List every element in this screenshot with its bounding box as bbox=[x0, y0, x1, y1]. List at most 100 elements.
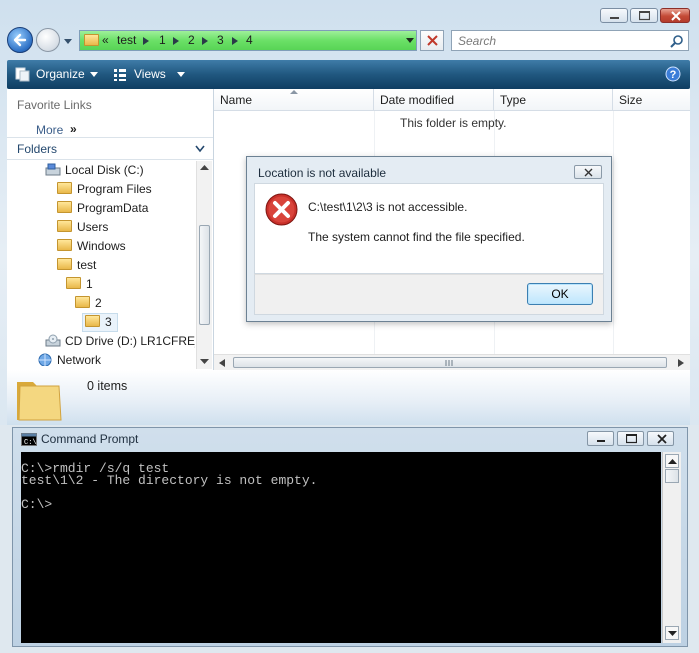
back-arrow-icon bbox=[13, 33, 27, 47]
close-icon bbox=[657, 434, 667, 444]
breadcrumb-arrow-icon[interactable] bbox=[173, 37, 179, 45]
error-message-primary: C:\test\1\2\3 is not accessible. bbox=[308, 200, 468, 214]
column-header-label: Type bbox=[500, 93, 527, 107]
stop-icon bbox=[427, 35, 438, 46]
scroll-up-button[interactable] bbox=[665, 454, 679, 468]
organize-icon bbox=[15, 67, 30, 82]
folder-icon bbox=[57, 220, 72, 232]
tree-item-network[interactable]: Network bbox=[37, 351, 101, 370]
horizontal-scrollbar[interactable] bbox=[214, 354, 690, 370]
views-dropdown-icon[interactable] bbox=[177, 72, 185, 78]
more-link[interactable]: More bbox=[36, 123, 63, 137]
tree-item-local-disk-c[interactable]: Local Disk (C:) bbox=[45, 161, 144, 180]
search-icon[interactable] bbox=[670, 34, 684, 48]
network-icon bbox=[38, 353, 52, 367]
breadcrumb-2[interactable]: 2 bbox=[188, 33, 195, 47]
tree-item-1[interactable]: 1 bbox=[66, 275, 93, 294]
tree-item-cd-drive[interactable]: CD Drive (D:) LR1CFRE_E bbox=[45, 332, 195, 351]
tree-item-label: CD Drive (D:) LR1CFRE_E bbox=[65, 334, 195, 348]
scroll-right-icon[interactable] bbox=[678, 359, 684, 367]
maximize-icon bbox=[626, 434, 637, 444]
tree-item-users[interactable]: Users bbox=[57, 218, 108, 237]
cmd-scrollbar[interactable] bbox=[662, 452, 681, 643]
column-header-label: Date modified bbox=[380, 93, 455, 107]
grip-icon bbox=[445, 360, 453, 366]
scroll-left-icon[interactable] bbox=[219, 359, 225, 367]
breadcrumb-arrow-icon[interactable] bbox=[202, 37, 208, 45]
recent-pages-dropdown-icon[interactable] bbox=[63, 36, 73, 46]
tree-scrollbar[interactable] bbox=[196, 161, 212, 369]
console-line: test\1\2 - The directory is not empty. bbox=[21, 473, 318, 488]
tree-item-program-files[interactable]: Program Files bbox=[57, 180, 152, 199]
folder-icon bbox=[57, 258, 72, 270]
organize-dropdown-icon[interactable] bbox=[90, 72, 98, 78]
maximize-icon bbox=[639, 11, 650, 21]
minimize-icon bbox=[597, 440, 605, 442]
command-bar: Organize Views ? bbox=[7, 60, 690, 89]
cmd-scroll-thumb[interactable] bbox=[665, 469, 679, 483]
breadcrumb-1[interactable]: 1 bbox=[159, 33, 166, 47]
cmd-console[interactable]: C:\>rmdir /s/q test test\1\2 - The direc… bbox=[21, 452, 661, 643]
folder-icon bbox=[57, 182, 72, 194]
breadcrumb-3[interactable]: 3 bbox=[217, 33, 224, 47]
column-header-name[interactable]: Name bbox=[214, 89, 374, 111]
cmd-maximize-button[interactable] bbox=[617, 431, 644, 446]
search-box[interactable]: Search bbox=[451, 30, 689, 51]
tree-item-2[interactable]: 2 bbox=[75, 294, 102, 313]
scroll-up-icon[interactable] bbox=[200, 165, 209, 171]
cmd-minimize-button[interactable] bbox=[587, 431, 614, 446]
breadcrumb-arrow-icon[interactable] bbox=[143, 37, 149, 45]
folder-icon bbox=[66, 277, 81, 289]
folder-icon bbox=[75, 296, 90, 308]
error-message-secondary: The system cannot find the file specifie… bbox=[308, 230, 525, 244]
column-header-type[interactable]: Type bbox=[494, 89, 613, 111]
address-dropdown-icon[interactable] bbox=[403, 30, 417, 51]
folder-icon bbox=[85, 315, 100, 327]
ok-button[interactable]: OK bbox=[527, 283, 593, 305]
horizontal-scroll-thumb[interactable] bbox=[233, 357, 667, 368]
scroll-down-button[interactable] bbox=[665, 626, 679, 640]
close-icon bbox=[584, 168, 593, 177]
folder-icon bbox=[84, 34, 99, 46]
maximize-button[interactable] bbox=[630, 8, 658, 23]
views-menu[interactable]: Views bbox=[134, 60, 166, 89]
tree-item-label: test bbox=[77, 258, 97, 272]
tree-item-label: Program Files bbox=[77, 182, 152, 196]
column-header-date-modified[interactable]: Date modified bbox=[374, 89, 494, 111]
tree-item-programdata[interactable]: ProgramData bbox=[57, 199, 148, 218]
minimize-icon bbox=[610, 17, 619, 19]
command-prompt-window: C:\ Command Prompt C:\>rmdir /s/q test t… bbox=[12, 427, 688, 647]
stop-button[interactable] bbox=[420, 30, 444, 51]
tree-item-test[interactable]: test bbox=[57, 256, 96, 275]
dialog-close-button[interactable] bbox=[574, 165, 602, 179]
tree-item-3-selected[interactable]: 3 bbox=[82, 313, 118, 332]
breadcrumb-test[interactable]: test bbox=[117, 33, 136, 47]
breadcrumb-arrow-icon[interactable] bbox=[232, 37, 238, 45]
search-placeholder[interactable]: Search bbox=[458, 34, 496, 48]
svg-text:?: ? bbox=[670, 69, 677, 81]
breadcrumb-4[interactable]: 4 bbox=[246, 33, 253, 47]
column-header-size[interactable]: Size bbox=[613, 89, 690, 111]
close-button[interactable] bbox=[660, 8, 690, 23]
folders-header[interactable]: Folders bbox=[7, 137, 213, 160]
organize-menu[interactable]: Organize bbox=[36, 60, 85, 89]
back-button[interactable] bbox=[7, 27, 33, 53]
details-pane: 0 items bbox=[7, 370, 690, 425]
scroll-down-icon[interactable] bbox=[200, 359, 209, 365]
collapse-chevron-icon[interactable] bbox=[195, 145, 205, 153]
cmd-close-button[interactable] bbox=[647, 431, 674, 446]
address-bar[interactable]: « test 1 2 3 4 bbox=[79, 30, 417, 51]
tree-scroll-thumb[interactable] bbox=[199, 225, 210, 325]
sort-ascending-icon bbox=[290, 90, 298, 94]
tree-item-windows[interactable]: Windows bbox=[57, 237, 126, 256]
address-overflow-chevron[interactable]: « bbox=[102, 33, 109, 47]
cd-drive-icon bbox=[45, 334, 61, 347]
forward-button[interactable] bbox=[36, 28, 60, 52]
help-icon[interactable]: ? bbox=[665, 66, 681, 82]
minimize-button[interactable] bbox=[600, 8, 628, 23]
folders-heading[interactable]: Folders bbox=[17, 142, 57, 156]
tree-item-label: Local Disk (C:) bbox=[65, 163, 144, 177]
tree-item-label: 1 bbox=[86, 277, 93, 291]
more-chevron[interactable]: » bbox=[70, 122, 77, 136]
empty-folder-message: This folder is empty. bbox=[400, 116, 507, 130]
